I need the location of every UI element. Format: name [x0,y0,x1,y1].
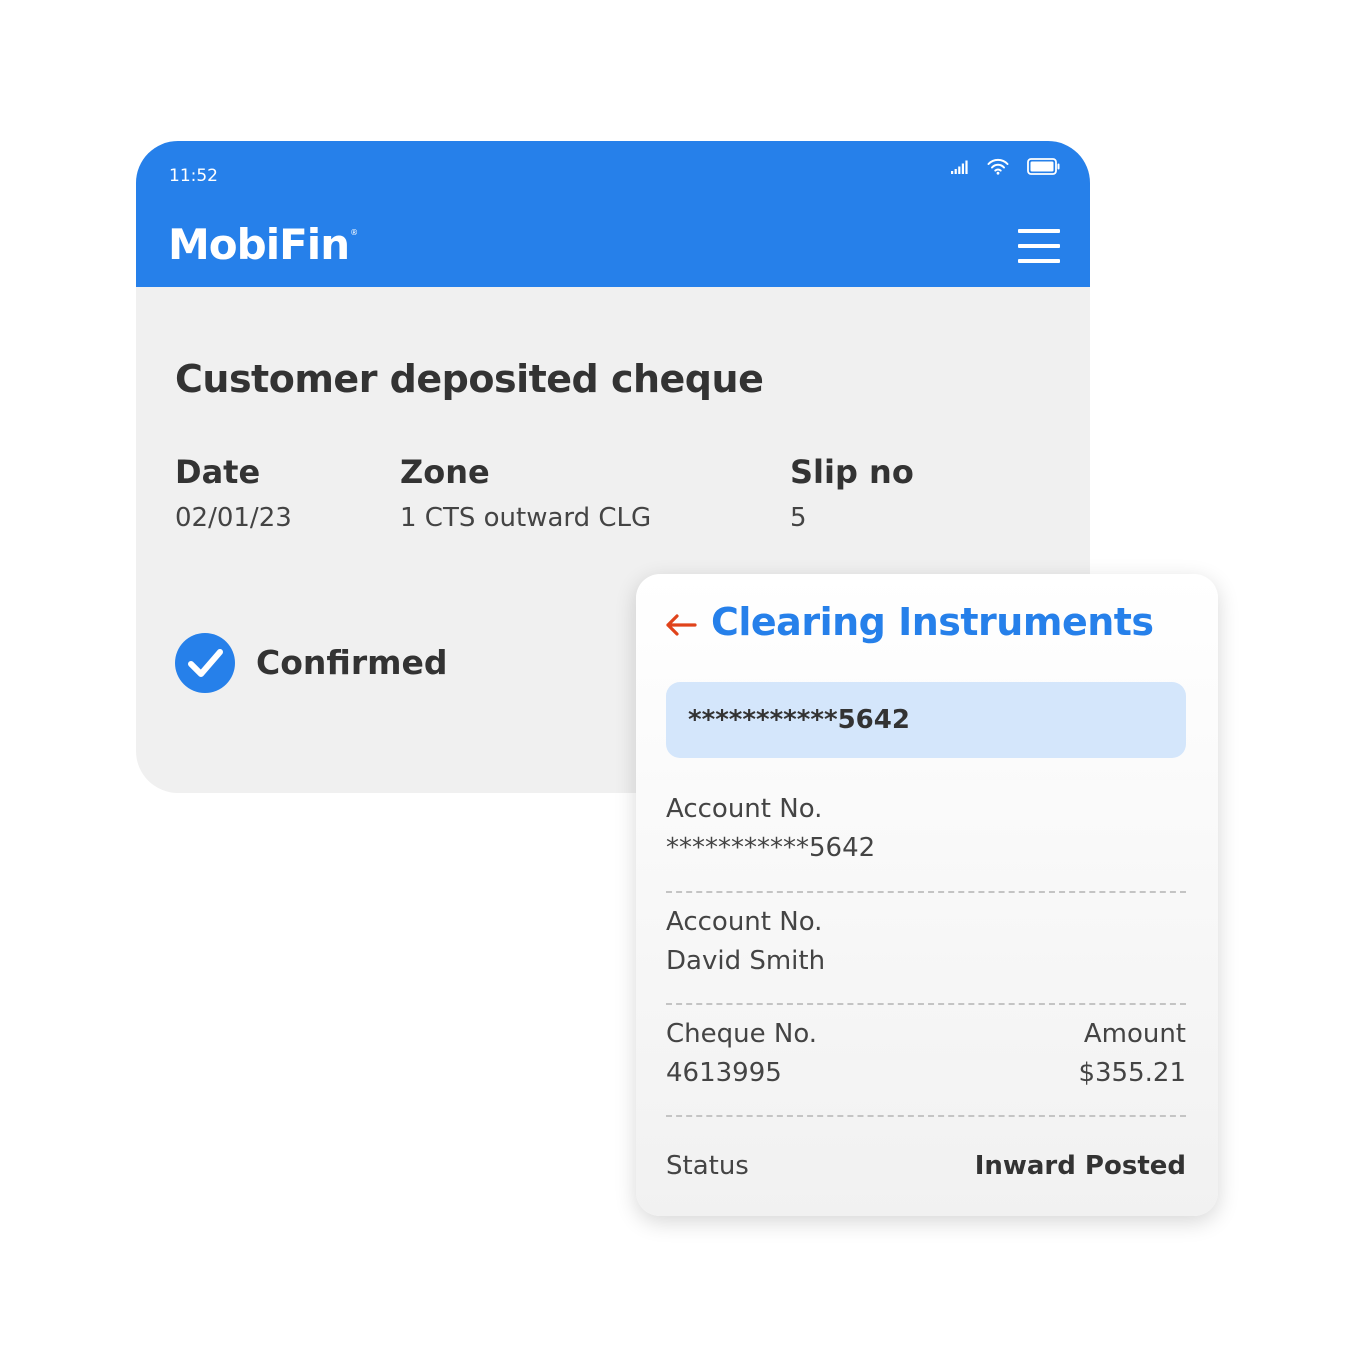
clearing-instruments-card: Clearing Instruments ***********5642 Acc… [636,574,1218,1216]
zone-value: 1 CTS outward CLG [400,503,652,533]
slip-no-value: 5 [790,503,807,533]
cheque-no-label: Cheque No. [666,1019,818,1049]
date-label: Date [175,453,261,491]
brand-mark: ® [350,228,358,237]
arrow-left-icon[interactable] [664,612,698,638]
amount-label: Amount [1083,1019,1186,1049]
divider [666,891,1186,893]
divider [666,1115,1186,1117]
account-search-field[interactable]: ***********5642 [666,682,1186,758]
card-title: Customer deposited cheque [175,357,764,401]
stage: 11:52 MobiFin® Customer deposited cheque… [0,0,1355,1355]
app-header: 11:52 MobiFin® [136,141,1090,287]
amount-value: $355.21 [1078,1058,1186,1088]
confirmed-status: Confirmed [256,643,448,682]
account-name-label: Account No. [666,907,823,937]
status-value: Inward Posted [974,1151,1186,1181]
clearing-instruments-title: Clearing Instruments [711,600,1154,644]
brand-logo: MobiFin® [168,220,358,269]
check-circle-icon [175,633,235,693]
brand-name: MobiFin [168,220,350,269]
date-value: 02/01/23 [175,503,292,533]
battery-icon [1027,158,1060,175]
cheque-no-value: 4613995 [666,1058,782,1088]
wifi-icon [987,158,1009,175]
account-no-value: ***********5642 [666,833,876,863]
status-label: Status [666,1151,749,1181]
status-icons [951,158,1060,175]
signal-icon [951,160,969,174]
hamburger-menu-icon[interactable] [1018,229,1060,263]
account-no-label: Account No. [666,794,823,824]
divider [666,1003,1186,1005]
zone-label: Zone [400,453,490,491]
status-time: 11:52 [169,166,218,186]
slip-no-label: Slip no [790,453,914,491]
account-name-value: David Smith [666,946,826,976]
